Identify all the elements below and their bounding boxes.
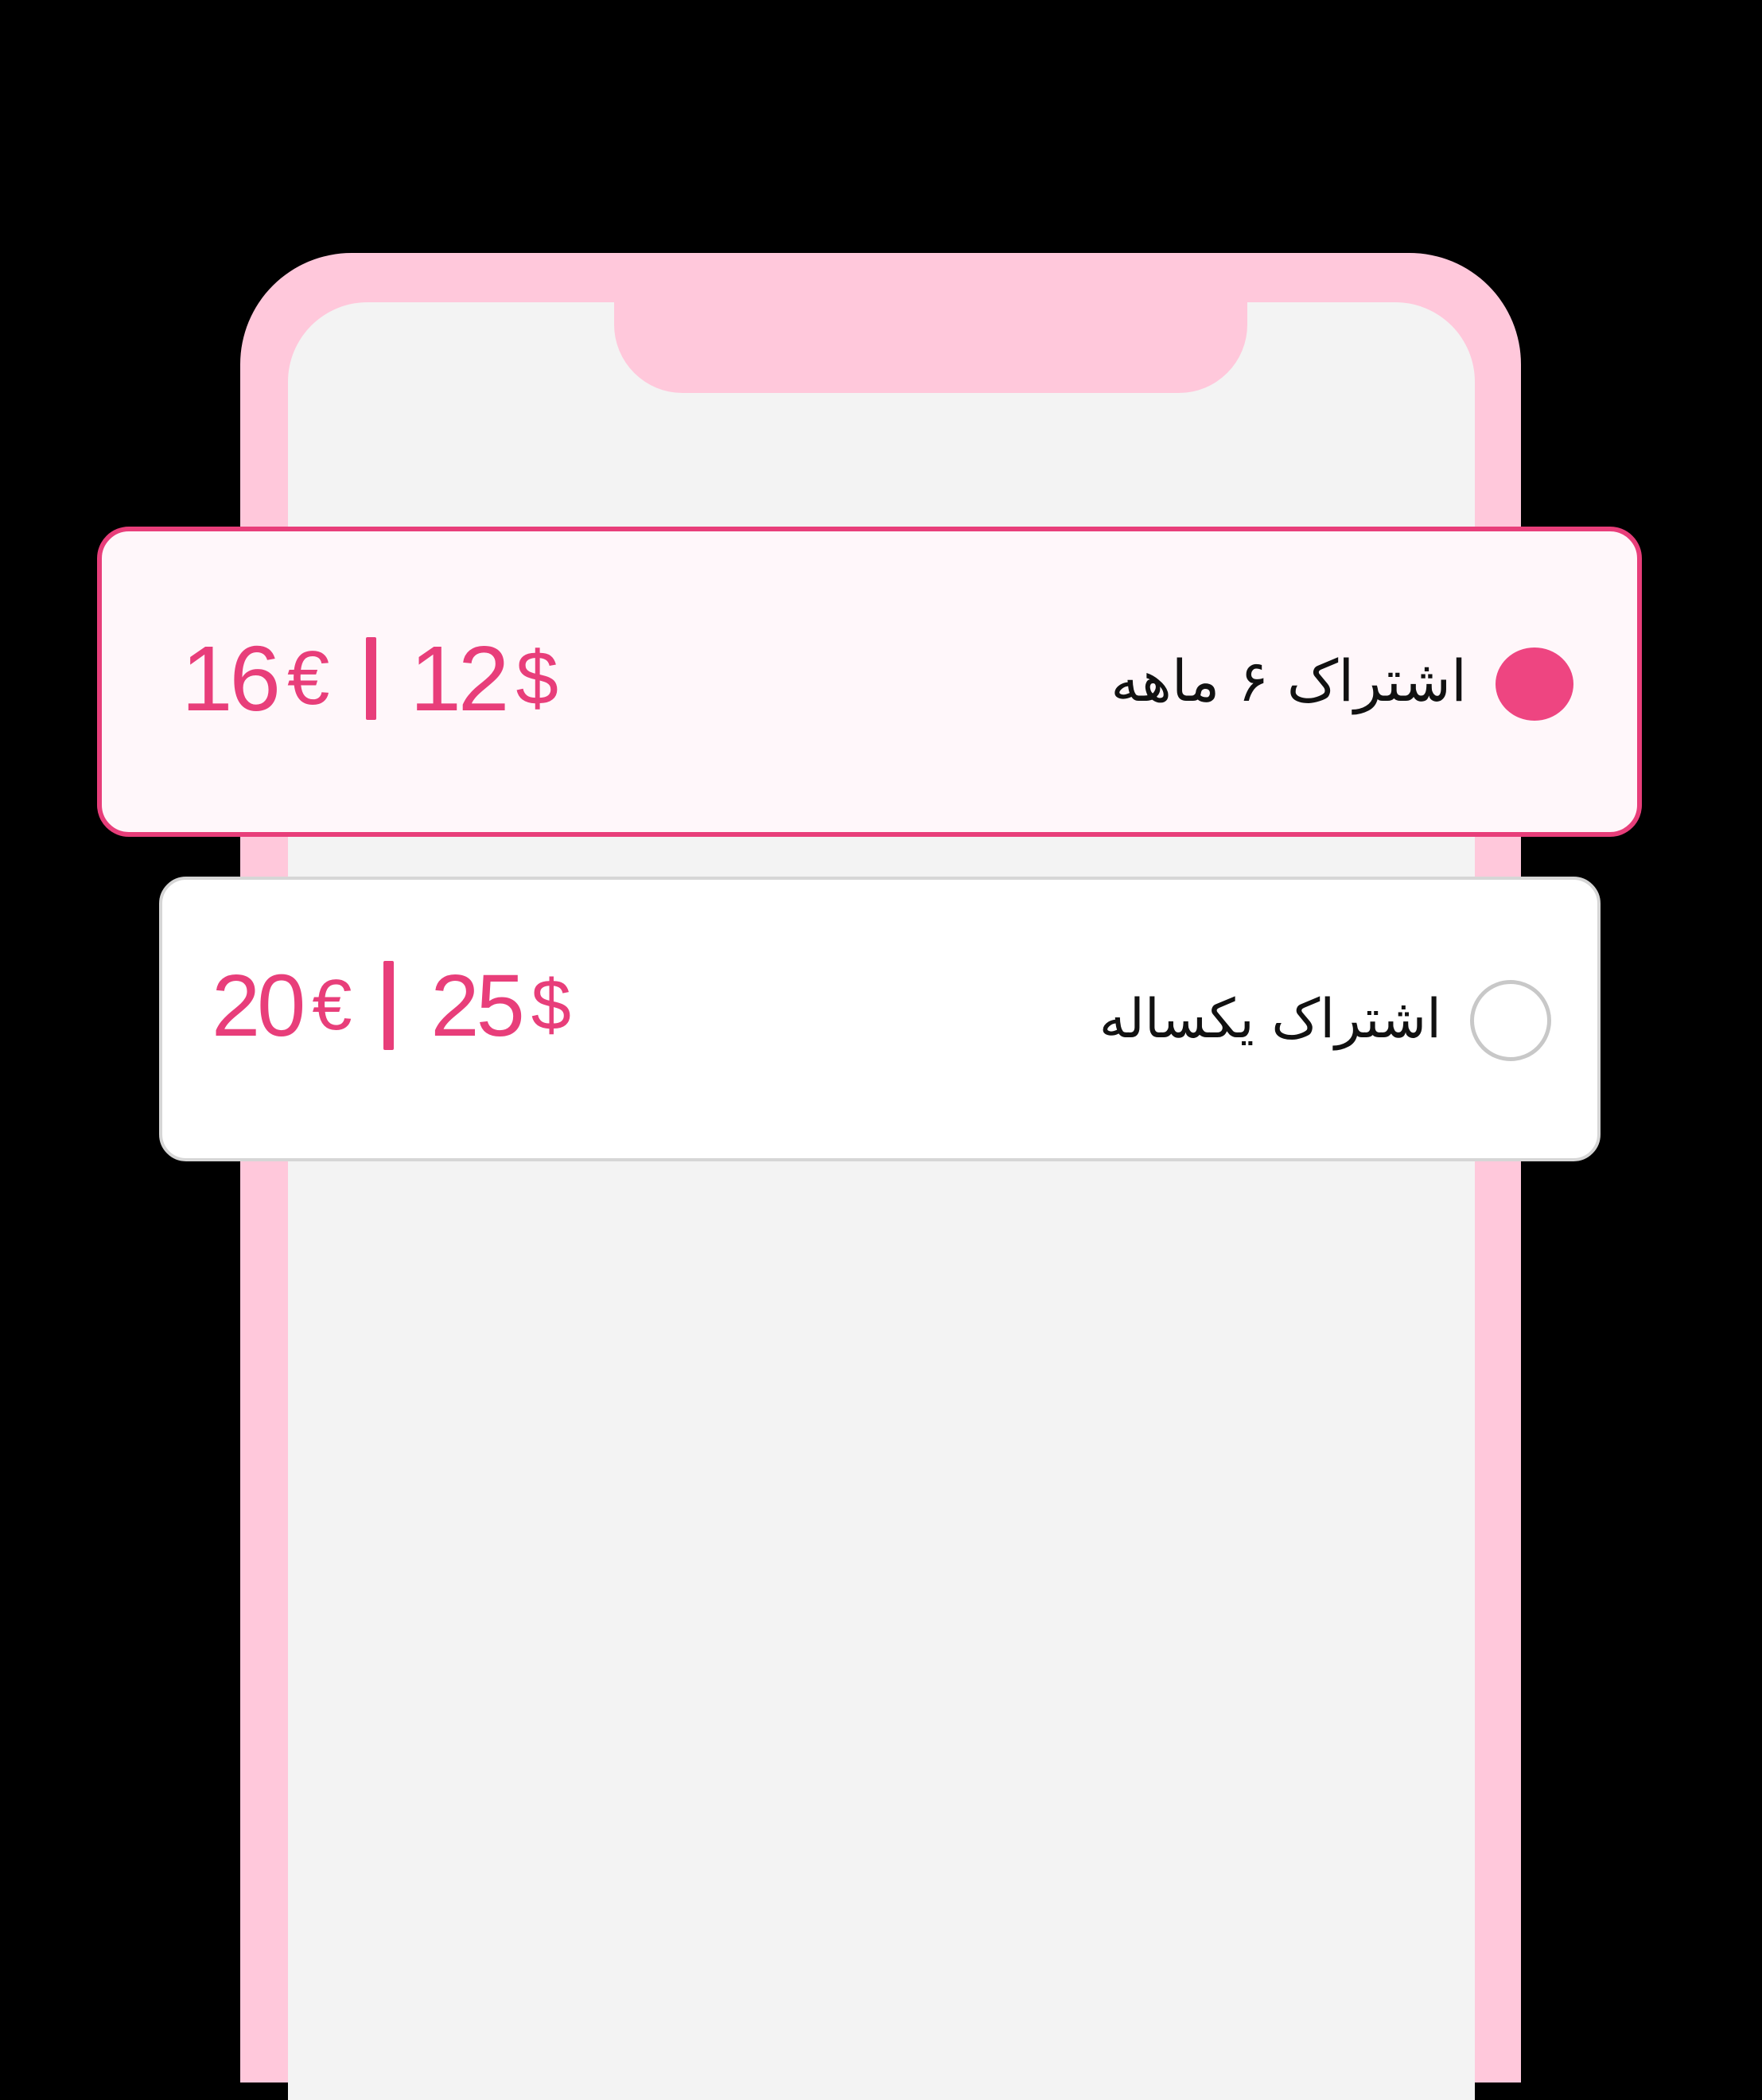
price-eur-amount: 20 bbox=[212, 956, 305, 1055]
euro-symbol: € bbox=[287, 636, 330, 721]
radio-selected-icon[interactable] bbox=[1496, 648, 1573, 721]
plan-option-yearly[interactable]: اشتراک یکساله 20 € 25 $ bbox=[159, 877, 1601, 1161]
price-eur-amount: 16 bbox=[181, 627, 281, 730]
euro-symbol: € bbox=[312, 965, 352, 1045]
price-usd-amount: 12 bbox=[410, 627, 509, 730]
plan-option-6-months[interactable]: اشتراک ۶ ماهه 16 € 12 $ bbox=[97, 527, 1642, 837]
price-usd-amount: 25 bbox=[430, 956, 524, 1055]
phone-notch bbox=[614, 299, 1247, 393]
plan-price: 20 € 25 $ bbox=[212, 951, 571, 1060]
price-divider bbox=[383, 961, 395, 1050]
dollar-symbol: $ bbox=[515, 636, 558, 721]
dollar-symbol: $ bbox=[531, 965, 571, 1045]
plan-title: اشتراک ۶ ماهه bbox=[1110, 648, 1467, 714]
price-divider bbox=[366, 637, 377, 720]
plan-title: اشتراک یکساله bbox=[1099, 988, 1441, 1051]
radio-unselected-icon[interactable] bbox=[1470, 980, 1551, 1061]
plan-price: 16 € 12 $ bbox=[181, 623, 558, 734]
